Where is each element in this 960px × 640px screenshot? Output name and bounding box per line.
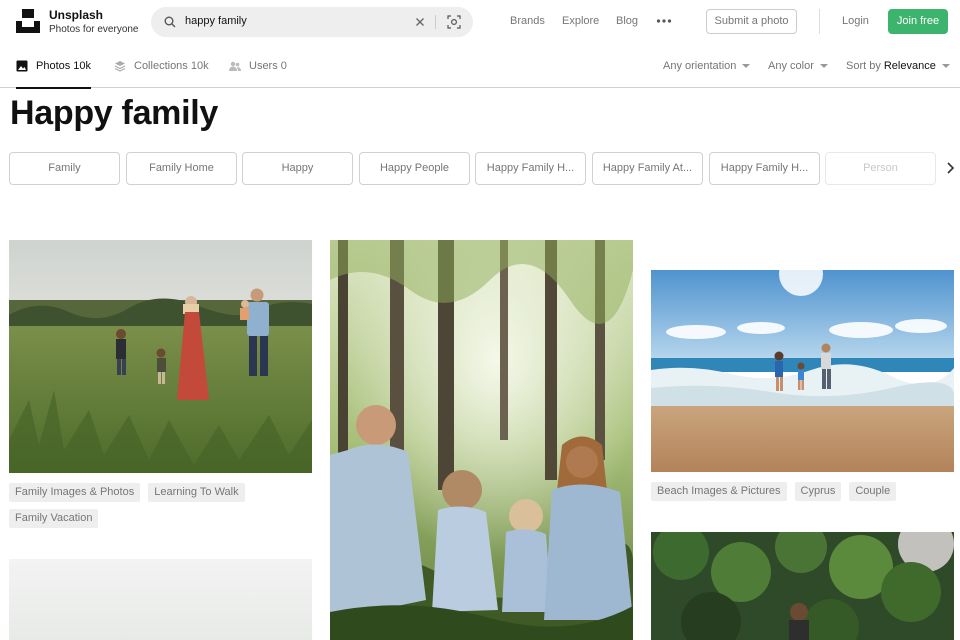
related-chip[interactable]: Family Home	[126, 152, 237, 185]
tab-users[interactable]: Users 0	[229, 44, 287, 88]
photo-family-forest-image	[330, 240, 633, 640]
photo-bright-sky-image	[9, 559, 312, 640]
photo-tag[interactable]: Family Images & Photos	[9, 483, 141, 502]
search-divider	[435, 15, 436, 29]
page-title: Happy family	[10, 94, 219, 132]
tab-photos-label: Photos 10k	[36, 60, 92, 72]
collections-icon	[114, 61, 126, 72]
photo-family-forest[interactable]	[330, 240, 633, 640]
photo-icon	[16, 60, 28, 72]
users-icon	[229, 61, 241, 71]
tab-collections-label: Collections 10k	[134, 60, 209, 72]
photo-greenery-image	[651, 532, 954, 640]
orientation-filter[interactable]: Any orientation	[663, 60, 751, 72]
sort-prefix: Sort by	[846, 60, 881, 72]
photo-family-beach[interactable]	[651, 270, 954, 472]
photo-tag[interactable]: Learning To Walk	[148, 483, 245, 502]
chevron-down-icon	[742, 64, 751, 68]
brand-tagline: Photos for everyone	[49, 24, 139, 35]
related-chip[interactable]: Happy	[242, 152, 353, 185]
chevron-right-icon[interactable]	[944, 161, 956, 175]
search-icon	[164, 16, 176, 28]
orientation-filter-label: Any orientation	[663, 60, 737, 72]
tab-collections[interactable]: Collections 10k	[114, 44, 209, 88]
unsplash-logo-icon[interactable]	[16, 9, 40, 33]
photo-tags: Family Vacation	[9, 509, 99, 528]
chevron-down-icon	[941, 64, 950, 68]
photo-family-meadow-image	[9, 240, 312, 473]
photo-bright-sky[interactable]	[9, 559, 312, 640]
photo-family-beach-image	[651, 270, 954, 472]
visual-search-icon[interactable]	[447, 15, 461, 29]
search-input[interactable]: happy family	[185, 15, 247, 27]
related-chip[interactable]: Happy People	[359, 152, 470, 185]
tab-users-label: Users 0	[249, 60, 287, 72]
sort-filter[interactable]: Sort by Relevance	[846, 60, 950, 72]
tab-photos[interactable]: Photos 10k	[16, 44, 92, 89]
color-filter-label: Any color	[768, 60, 814, 72]
header-divider	[819, 9, 820, 34]
chevron-down-icon	[819, 64, 828, 68]
brand[interactable]: Unsplash Photos for everyone	[49, 9, 139, 36]
photo-tag[interactable]: Beach Images & Pictures	[651, 482, 787, 501]
nav-explore[interactable]: Explore	[562, 15, 599, 27]
photo-tag[interactable]: Cyprus	[794, 482, 842, 501]
nav-brands[interactable]: Brands	[510, 15, 545, 27]
nav-blog[interactable]: Blog	[616, 15, 638, 27]
brand-name: Unsplash	[49, 8, 104, 22]
submit-photo-button[interactable]: Submit a photo	[706, 9, 797, 34]
color-filter[interactable]: Any color	[768, 60, 828, 72]
related-chip[interactable]: Happy Family At...	[592, 152, 703, 185]
related-chip[interactable]: Happy Family H...	[709, 152, 820, 185]
clear-search-icon[interactable]	[413, 15, 427, 29]
photo-tag[interactable]: Family Vacation	[9, 509, 99, 528]
top-header: Unsplash Photos for everyone happy famil…	[0, 0, 960, 44]
related-searches: Family Family Home Happy Happy People Ha…	[9, 152, 939, 185]
related-chip[interactable]: Happy Family H...	[475, 152, 586, 185]
sort-value: Relevance	[883, 60, 936, 72]
photo-tags: Beach Images & Pictures Cyprus Couple	[651, 482, 897, 501]
photo-tag[interactable]: Couple	[849, 482, 897, 501]
photo-greenery[interactable]	[651, 532, 954, 640]
search-bar[interactable]: happy family	[151, 7, 473, 37]
join-free-button[interactable]: Join free	[888, 9, 948, 34]
photo-family-meadow[interactable]	[9, 240, 312, 473]
login-link[interactable]: Login	[842, 15, 869, 27]
more-options-icon[interactable]	[656, 14, 672, 28]
photo-tags: Family Images & Photos Learning To Walk	[9, 483, 245, 502]
related-chip[interactable]: Person	[825, 152, 936, 185]
results-tabs-bar: Photos 10k Collections 10k Users 0 Any o…	[0, 44, 960, 89]
related-chip[interactable]: Family	[9, 152, 120, 185]
